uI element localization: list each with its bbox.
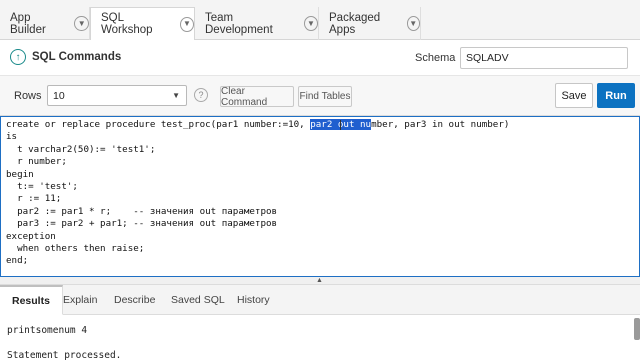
tab-app-builder[interactable]: App Builder ▼ bbox=[0, 7, 90, 40]
scrollbar-thumb[interactable] bbox=[634, 318, 640, 340]
rows-label: Rows bbox=[14, 90, 42, 102]
chevron-down-icon[interactable]: ▼ bbox=[74, 16, 89, 31]
tab-label: Packaged Apps bbox=[329, 11, 381, 36]
output-line: printsomenum 4 bbox=[7, 325, 88, 336]
tab-label: SQL Workshop bbox=[101, 12, 153, 36]
text-caret bbox=[340, 120, 341, 130]
chevron-down-icon[interactable]: ▼ bbox=[179, 16, 194, 32]
chevron-down-icon[interactable]: ▼ bbox=[303, 16, 318, 31]
code-line: begin bbox=[6, 168, 34, 180]
tab-sql-workshop[interactable]: SQL Workshop ▼ bbox=[90, 7, 195, 41]
tab-label: Team Development bbox=[205, 11, 273, 36]
schema-label: Schema bbox=[415, 52, 456, 64]
code-line: t varchar2(50):= 'test1'; bbox=[6, 143, 156, 155]
clear-command-button[interactable]: Clear Command bbox=[220, 86, 294, 108]
chevron-down-icon[interactable]: ▼ bbox=[406, 16, 420, 31]
code-line: r number; bbox=[6, 156, 67, 168]
code-line: t:= 'test'; bbox=[6, 181, 78, 193]
tab-explain[interactable]: Explain bbox=[63, 285, 97, 315]
run-button[interactable]: Run bbox=[597, 83, 635, 108]
code-line: exception bbox=[6, 230, 56, 242]
output-line: Statement processed. bbox=[7, 350, 122, 360]
chevron-down-icon: ▼ bbox=[172, 91, 180, 100]
up-arrow-circle-icon[interactable]: ↑ bbox=[10, 49, 26, 65]
sql-editor[interactable]: create or replace procedure test_proc(pa… bbox=[0, 116, 640, 277]
results-tab-bar: Results Explain Describe Saved SQL Histo… bbox=[0, 285, 640, 315]
tab-team-development[interactable]: Team Development ▼ bbox=[195, 7, 319, 40]
code-line: par2 := par1 * r; -- значения out параме… bbox=[6, 205, 278, 217]
page-header: ↑ SQL Commands Schema SQLADV bbox=[0, 40, 640, 76]
schema-select[interactable]: SQLADV bbox=[460, 47, 628, 69]
code-line: par3 := par2 + par1; -- значения out пар… bbox=[6, 218, 278, 230]
results-output: printsomenum 4 Statement processed. bbox=[0, 315, 640, 360]
code-line: end; bbox=[6, 255, 29, 267]
code-line: is bbox=[6, 131, 18, 143]
rows-select[interactable]: 10 ▼ bbox=[47, 85, 187, 106]
tab-results[interactable]: Results bbox=[0, 285, 63, 315]
code-line: when others then raise; bbox=[6, 243, 145, 255]
rows-value: 10 bbox=[53, 89, 65, 102]
pane-splitter[interactable]: ▲ bbox=[0, 277, 640, 285]
command-toolbar: Rows 10 ▼ ? Clear Command Find Tables Sa… bbox=[0, 76, 640, 116]
tab-history[interactable]: History bbox=[237, 285, 270, 315]
top-tab-bar: App Builder ▼ SQL Workshop ▼ Team Develo… bbox=[0, 0, 640, 41]
save-button[interactable]: Save bbox=[555, 83, 593, 108]
tab-packaged-apps[interactable]: Packaged Apps ▼ bbox=[319, 7, 421, 40]
splitter-handle-icon[interactable]: ▲ bbox=[316, 277, 323, 284]
find-tables-button[interactable]: Find Tables bbox=[298, 86, 352, 107]
tab-describe[interactable]: Describe bbox=[114, 285, 155, 315]
code-line-1-start: create or replace procedure test_proc(pa… bbox=[6, 119, 311, 130]
code-line-1-end: mber, par3 in out number) bbox=[371, 119, 510, 130]
tab-saved-sql[interactable]: Saved SQL bbox=[171, 285, 225, 315]
code-line: r := 11; bbox=[6, 193, 62, 205]
sql-code[interactable]: create or replace procedure test_proc(pa… bbox=[6, 119, 509, 268]
page-title: SQL Commands bbox=[32, 51, 122, 63]
help-icon[interactable]: ? bbox=[194, 88, 208, 102]
tab-label: App Builder bbox=[10, 11, 46, 36]
schema-value: SQLADV bbox=[466, 52, 509, 64]
